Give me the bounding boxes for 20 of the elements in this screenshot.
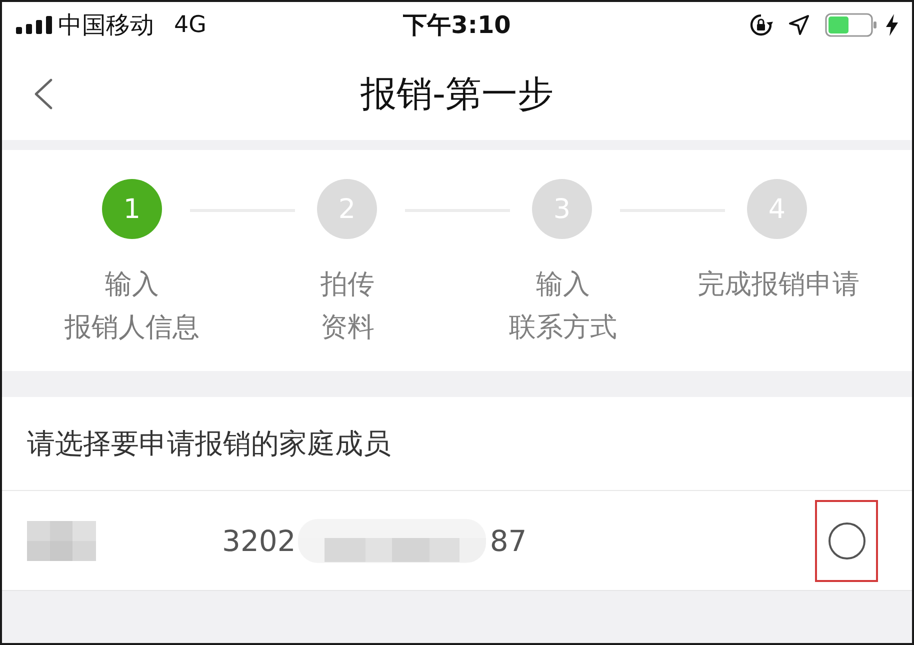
- charging-bolt-icon: [886, 14, 898, 36]
- id-number-end: 87: [490, 524, 527, 558]
- step-circle: 1: [102, 179, 162, 239]
- signal-icon: [16, 16, 52, 34]
- network-type: 4G: [174, 12, 206, 38]
- page-title: 报销-第一步: [360, 72, 554, 116]
- section-heading: 请选择要申请报销的家庭成员: [27, 426, 391, 462]
- status-time: 下午3:10: [403, 10, 511, 41]
- back-icon[interactable]: [33, 78, 53, 110]
- step-label: 输入 报销人信息: [64, 268, 200, 345]
- radio-button[interactable]: [828, 522, 866, 560]
- battery-icon: [825, 13, 877, 37]
- blurred-name-placeholder: [27, 520, 96, 560]
- step-label: 完成报销申请: [697, 268, 860, 302]
- step-label: 拍传 资料: [320, 268, 374, 345]
- orientation-lock-icon: [749, 13, 773, 37]
- carrier-name: 中国移动: [58, 10, 154, 41]
- location-arrow-icon: [789, 15, 809, 35]
- step-label: 输入 联系方式: [508, 268, 617, 345]
- id-number-start: 3202: [222, 524, 296, 558]
